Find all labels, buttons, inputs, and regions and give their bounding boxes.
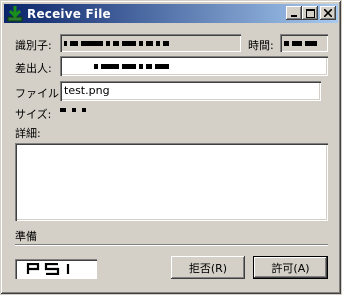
caption-buttons — [286, 6, 336, 20]
size-label: サイズ: — [15, 108, 52, 121]
receive-file-window: Receive File 識別子: 時間: 差出人: ファイル: test.pn… — [0, 0, 342, 295]
id-field — [60, 34, 241, 52]
reject-button[interactable]: 拒否(R) — [171, 256, 245, 279]
accept-button[interactable]: 許可(A) — [253, 256, 328, 279]
psi-logo-mark — [26, 263, 70, 275]
redacted-sender — [64, 59, 324, 73]
redacted-id — [64, 37, 237, 49]
close-icon — [324, 9, 332, 17]
status-text: 準備 — [15, 230, 37, 243]
minimize-button[interactable] — [286, 6, 302, 20]
file-field[interactable]: test.png — [60, 81, 321, 101]
reject-button-label: 拒否(R) — [188, 261, 228, 275]
download-icon — [7, 5, 23, 22]
sender-label: 差出人: — [15, 62, 52, 75]
file-label: ファイル: — [15, 87, 63, 100]
sender-field[interactable] — [60, 56, 328, 76]
redacted-time — [284, 37, 324, 49]
file-name: test.png — [64, 84, 110, 97]
separator — [15, 244, 328, 246]
time-label: 時間: — [248, 39, 274, 52]
minimize-icon — [291, 15, 297, 17]
id-label: 識別子: — [15, 39, 52, 52]
time-field — [280, 34, 328, 52]
close-button[interactable] — [320, 6, 336, 20]
details-label: 詳細: — [15, 127, 41, 140]
window-title: Receive File — [27, 6, 111, 21]
maximize-icon — [305, 8, 315, 18]
details-textarea[interactable] — [15, 143, 328, 221]
psi-logo — [15, 259, 97, 279]
accept-button-label: 許可(A) — [271, 261, 310, 275]
maximize-button[interactable] — [302, 6, 318, 20]
redacted-size — [60, 108, 86, 112]
title-bar[interactable]: Receive File — [4, 4, 338, 23]
